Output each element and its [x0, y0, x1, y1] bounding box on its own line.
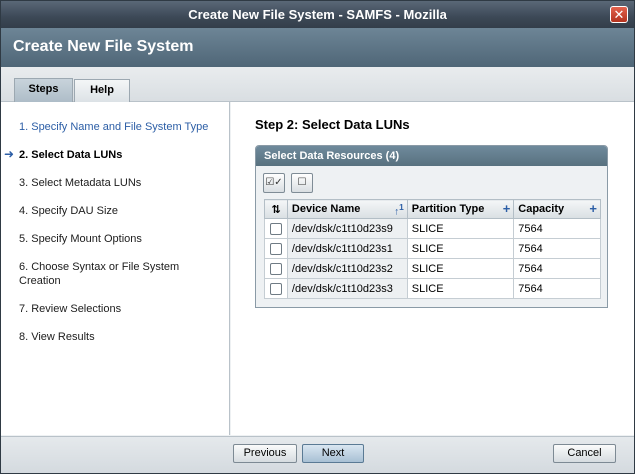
- page-title: Create New File System: [13, 38, 194, 55]
- column-capacity[interactable]: Capacity +: [513, 199, 601, 219]
- device-name-cell: /dev/dsk/c1t10d23s2: [286, 258, 408, 279]
- table-row[interactable]: /dev/dsk/c1t10d23s9 SLICE 7564: [264, 218, 601, 239]
- steps-pane: 1. Specify Name and File System Type ➜ 2…: [1, 102, 230, 435]
- deselect-all-icon[interactable]: ☐: [291, 173, 313, 193]
- row-select-cell[interactable]: [264, 258, 288, 279]
- capacity-cell: 7564: [513, 238, 601, 259]
- add-sort-icon[interactable]: +: [503, 201, 511, 216]
- tab-steps[interactable]: Steps: [14, 78, 73, 102]
- previous-button[interactable]: Previous: [233, 444, 297, 463]
- content-title: Step 2: Select Data LUNs: [255, 117, 410, 132]
- table-row[interactable]: /dev/dsk/c1t10d23s3 SLICE 7564: [264, 278, 601, 299]
- select-column-header[interactable]: ⇅: [264, 199, 288, 219]
- tab-bar: Steps Help: [1, 67, 634, 102]
- partition-type-cell: SLICE: [406, 278, 515, 299]
- step-specify-mount-options: 5. Specify Mount Options: [19, 233, 142, 245]
- row-select-cell[interactable]: [264, 218, 288, 239]
- window-title: Create New File System - SAMFS - Mozilla: [188, 7, 447, 22]
- title-bar: Create New File System - SAMFS - Mozilla…: [1, 1, 634, 28]
- column-label: Capacity: [518, 203, 565, 215]
- column-partition-type[interactable]: Partition Type +: [406, 199, 515, 219]
- sort-toggle-icon[interactable]: ⇅: [271, 204, 280, 216]
- data-resources-panel: Select Data Resources (4) ☑✓ ☐ ⇅ Device …: [255, 145, 608, 308]
- row-select-cell[interactable]: [264, 238, 288, 259]
- device-name-cell: /dev/dsk/c1t10d23s3: [286, 278, 408, 299]
- column-device-name[interactable]: Device Name ↑1: [286, 199, 408, 219]
- column-label: Device Name: [291, 203, 361, 215]
- step-view-results: 8. View Results: [19, 331, 95, 343]
- device-name-cell: /dev/dsk/c1t10d23s9: [286, 218, 408, 239]
- row-select-cell[interactable]: [264, 278, 288, 299]
- browser-window: Create New File System - SAMFS - Mozilla…: [0, 0, 635, 474]
- table-row[interactable]: /dev/dsk/c1t10d23s2 SLICE 7564: [264, 258, 601, 279]
- capacity-cell: 7564: [513, 218, 601, 239]
- current-step-arrow-icon: ➜: [4, 147, 15, 161]
- capacity-cell: 7564: [513, 258, 601, 279]
- tab-help[interactable]: Help: [74, 79, 130, 102]
- step-specify-name[interactable]: 1. Specify Name and File System Type: [19, 120, 224, 134]
- capacity-cell: 7564: [513, 278, 601, 299]
- add-sort-icon[interactable]: +: [589, 201, 597, 216]
- step-select-data-luns: 2. Select Data LUNs: [19, 149, 123, 161]
- sort-ascending-icon[interactable]: ↑1: [394, 202, 404, 217]
- next-button[interactable]: Next: [302, 444, 364, 463]
- content-pane: Step 2: Select Data LUNs Select Data Res…: [231, 102, 634, 435]
- table-row[interactable]: /dev/dsk/c1t10d23s1 SLICE 7564: [264, 238, 601, 259]
- cancel-button[interactable]: Cancel: [553, 444, 616, 463]
- step-choose-syntax: 6. Choose Syntax or File System Creation: [19, 261, 180, 287]
- wizard-header: Create New File System: [1, 28, 634, 67]
- panel-title: Select Data Resources (4): [256, 146, 607, 166]
- partition-type-cell: SLICE: [406, 258, 515, 279]
- row-checkbox[interactable]: [269, 262, 282, 275]
- step-select-metadata-luns: 3. Select Metadata LUNs: [19, 177, 142, 189]
- partition-type-cell: SLICE: [406, 218, 515, 239]
- column-label: Partition Type: [411, 203, 485, 215]
- close-icon[interactable]: ✕: [610, 6, 628, 23]
- resources-table: ⇅ Device Name ↑1 Partition Type + Capaci…: [264, 199, 601, 299]
- select-all-icon[interactable]: ☑✓: [263, 173, 285, 193]
- row-checkbox[interactable]: [269, 222, 282, 235]
- row-checkbox[interactable]: [269, 282, 282, 295]
- partition-type-cell: SLICE: [406, 238, 515, 259]
- device-name-cell: /dev/dsk/c1t10d23s1: [286, 238, 408, 259]
- step-specify-dau-size: 4. Specify DAU Size: [19, 205, 119, 217]
- sort-order: 1: [399, 202, 404, 212]
- row-checkbox[interactable]: [269, 242, 282, 255]
- wizard-footer: Previous Next Cancel: [1, 436, 634, 473]
- step-review-selections: 7. Review Selections: [19, 303, 122, 315]
